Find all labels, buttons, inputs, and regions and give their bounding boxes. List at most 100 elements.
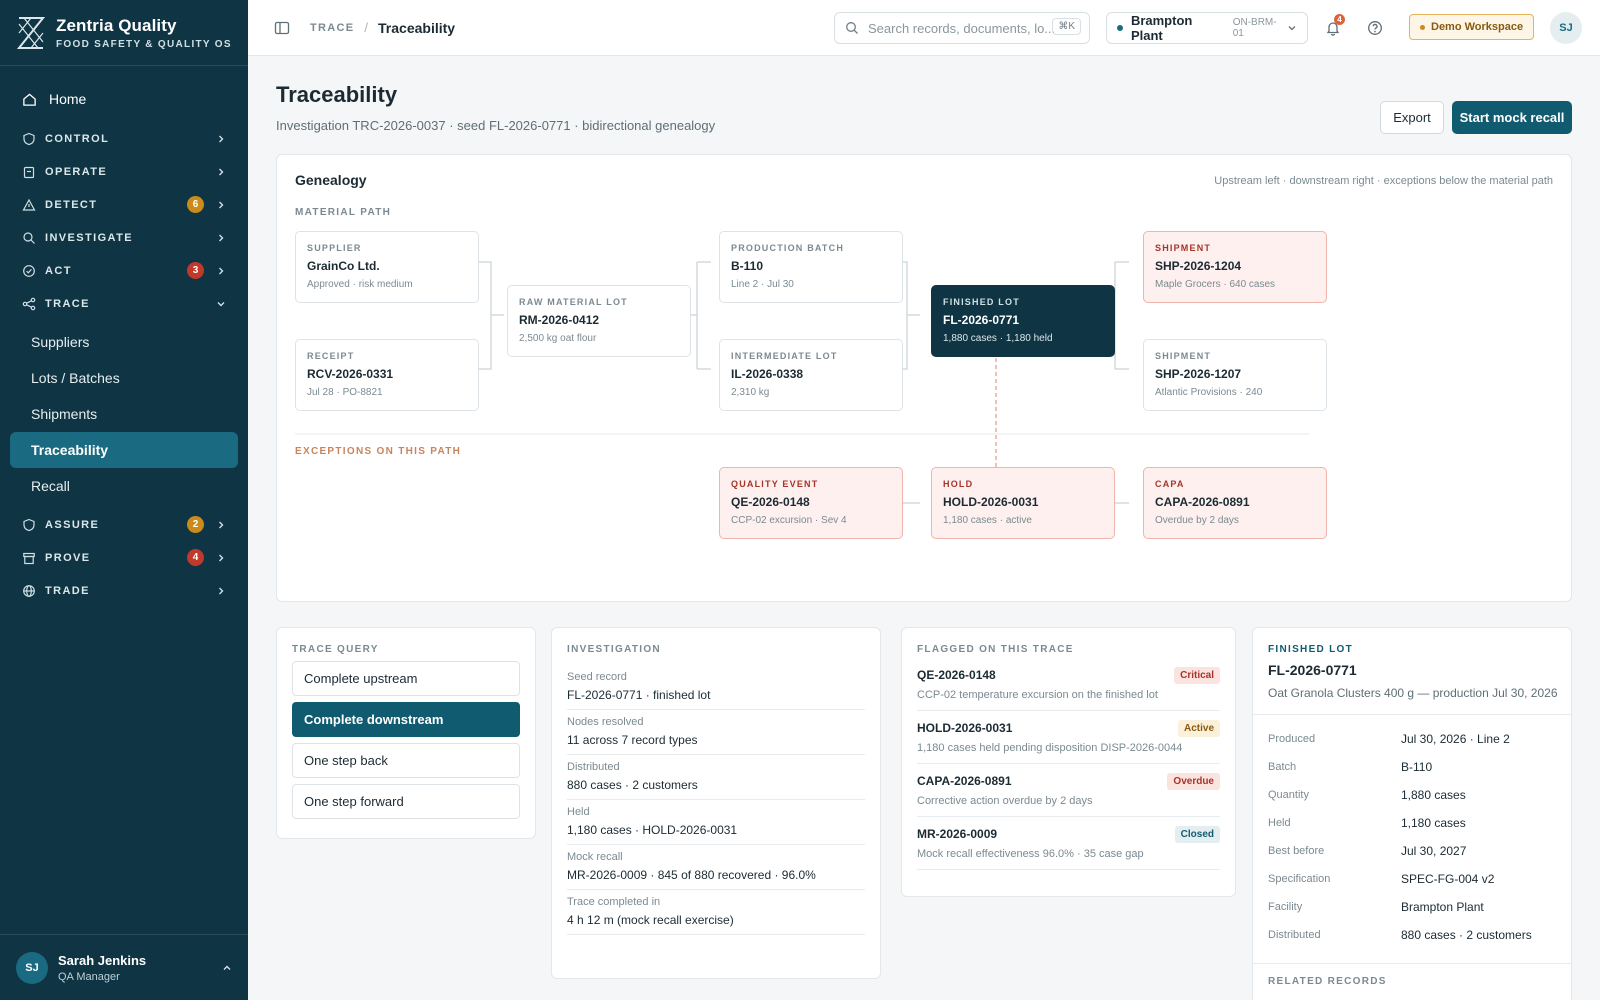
lot-detail-key: Batch <box>1268 761 1297 773</box>
avatar: SJ <box>16 951 48 984</box>
sidebar-item-lots-batches[interactable]: Lots / Batches <box>10 360 238 396</box>
investigation-key: Held <box>567 806 590 818</box>
node-detail: Atlantic Provisions · 240 <box>1155 387 1263 398</box>
status-badge: Overdue <box>1167 773 1220 790</box>
page-subtitle: Investigation TRC-2026-0037 · seed FL-20… <box>276 118 716 133</box>
nav-section-prove[interactable]: PROVE 4 <box>0 541 248 574</box>
node-shipment-1204[interactable]: SHIPMENT SHP-2026-1204 Maple Grocers · 6… <box>1143 231 1327 303</box>
nav-section-label: DETECT <box>45 198 98 211</box>
node-detail: 2,500 kg oat flour <box>519 333 597 344</box>
flagged-item[interactable]: HOLD-2026-0031 1,180 cases held pending d… <box>917 711 1220 764</box>
warning-icon <box>22 198 36 212</box>
lot-detail-row: Held 1,180 cases <box>1268 809 1556 837</box>
query-one-step-back[interactable]: One step back <box>292 743 520 778</box>
node-kind: CAPA <box>1155 479 1185 489</box>
nav-badge: 6 <box>187 196 204 213</box>
flagged-item[interactable]: CAPA-2026-0891 Corrective action overdue … <box>917 764 1220 817</box>
nav-section-trade[interactable]: TRADE <box>0 574 248 607</box>
zentria-logo-icon <box>16 16 46 49</box>
nav-section-act[interactable]: ACT 3 <box>0 254 248 287</box>
search-placeholder: Search records, documents, lo... <box>868 20 1056 36</box>
finished-lot-panel: FINISHED LOT FL-2026-0771 Oat Granola Cl… <box>1252 627 1572 1000</box>
node-raw-material-lot[interactable]: RAW MATERIAL LOT RM-2026-0412 2,500 kg o… <box>507 285 691 357</box>
query-complete-downstream[interactable]: Complete downstream <box>292 702 520 737</box>
chevron-right-icon <box>219 554 224 561</box>
node-hold[interactable]: HOLD HOLD-2026-0031 1,180 cases · active <box>931 467 1115 539</box>
nav-section-operate[interactable]: OPERATE <box>0 155 248 188</box>
nav-section-investigate[interactable]: INVESTIGATE <box>0 221 248 254</box>
chevron-up-icon[interactable] <box>222 963 232 973</box>
finished-lot-kicker: FINISHED LOT <box>1268 644 1354 655</box>
node-id: SHP-2026-1207 <box>1155 367 1242 381</box>
chevron-right-icon <box>219 234 224 241</box>
investigation-value: 880 cases · 2 customers <box>567 778 698 792</box>
sidebar-item-traceability[interactable]: Traceability <box>10 432 238 468</box>
chevron-right-icon <box>219 267 224 274</box>
node-supplier[interactable]: SUPPLIER GrainCo Ltd. Approved · risk me… <box>295 231 479 303</box>
start-mock-recall-button[interactable]: Start mock recall <box>1452 101 1572 134</box>
plant-selector[interactable]: Brampton Plant ON-BRM-01 <box>1106 12 1308 44</box>
node-intermediate-lot[interactable]: INTERMEDIATE LOT IL-2026-0338 2,310 kg <box>719 339 903 411</box>
nav-section-label: OPERATE <box>45 165 108 178</box>
help-button[interactable] <box>1363 16 1387 40</box>
node-finished-lot[interactable]: FINISHED LOT FL-2026-0771 1,880 cases · … <box>931 285 1115 357</box>
finished-lot-desc: Oat Granola Clusters 400 g — production … <box>1268 686 1558 700</box>
nav-home-label: Home <box>49 91 87 107</box>
investigation-key: Seed record <box>567 671 627 683</box>
node-production-batch[interactable]: PRODUCTION BATCH B-110 Line 2 · Jul 30 <box>719 231 903 303</box>
topbar-avatar[interactable]: SJ <box>1550 12 1582 44</box>
node-id: SHP-2026-1204 <box>1155 259 1242 273</box>
plant-name: Brampton Plant <box>1130 13 1193 43</box>
query-one-step-forward[interactable]: One step forward <box>292 784 520 819</box>
lot-detail-value: Jul 30, 2027 <box>1401 844 1467 858</box>
nav-section-trace[interactable]: TRACE <box>0 287 248 320</box>
node-kind: RECEIPT <box>307 351 355 361</box>
node-detail: Jul 28 · PO-8821 <box>307 387 383 398</box>
node-quality-event[interactable]: QUALITY EVENT QE-2026-0148 CCP-02 excurs… <box>719 467 903 539</box>
sidebar-item-suppliers[interactable]: Suppliers <box>10 324 238 360</box>
node-receipt[interactable]: RECEIPT RCV-2026-0331 Jul 28 · PO-8821 <box>295 339 479 411</box>
breadcrumb-section[interactable]: TRACE <box>310 22 354 34</box>
notifications-button[interactable]: 4 <box>1321 14 1345 40</box>
node-detail: Overdue by 2 days <box>1155 515 1239 526</box>
investigation-value: MR-2026-0009 · 845 of 880 recovered · 96… <box>567 868 816 882</box>
search-input[interactable]: Search records, documents, lo... ⌘K <box>834 12 1090 44</box>
help-icon <box>1368 21 1382 35</box>
sidebar-item-shipments[interactable]: Shipments <box>10 396 238 432</box>
nav-section-label: INVESTIGATE <box>45 231 133 244</box>
nav-badge: 4 <box>187 549 204 566</box>
workspace-badge[interactable]: Demo Workspace <box>1409 14 1535 40</box>
notification-count: 4 <box>1334 14 1345 25</box>
user-profile[interactable]: SJ Sarah Jenkins QA Manager <box>0 934 248 1000</box>
nav-section-detect[interactable]: DETECT 6 <box>0 188 248 221</box>
nav-home[interactable]: Home <box>0 80 248 118</box>
page-title: Traceability <box>276 82 398 107</box>
topbar: TRACE / Traceability Search records, doc… <box>248 0 1600 56</box>
investigation-key: Trace completed in <box>567 896 661 908</box>
investigation-row: Distributed 880 cases · 2 customers <box>567 755 865 800</box>
nav-badge: 2 <box>187 516 204 533</box>
lot-detail-value: 1,180 cases <box>1401 816 1466 830</box>
nav-section-label: TRADE <box>45 584 90 597</box>
query-complete-upstream[interactable]: Complete upstream <box>292 661 520 696</box>
workspace-dot <box>1420 24 1425 30</box>
nav-section-assure[interactable]: ASSURE 2 <box>0 508 248 541</box>
search-icon <box>22 231 36 245</box>
nav-section-control[interactable]: CONTROL <box>0 122 248 155</box>
brand-name: Zentria Quality <box>56 15 177 35</box>
check-circle-icon <box>22 264 36 278</box>
sidebar-toggle-icon[interactable] <box>274 20 290 36</box>
flagged-item[interactable]: QE-2026-0148 CCP-02 temperature excursion… <box>917 658 1220 711</box>
flagged-item[interactable]: MR-2026-0009 Mock recall effectiveness 96… <box>917 817 1220 870</box>
status-badge: Critical <box>1174 667 1220 684</box>
node-kind: INTERMEDIATE LOT <box>731 351 838 361</box>
node-detail: 1,880 cases · 1,180 held <box>943 333 1053 344</box>
brand[interactable]: Zentria Quality FOOD SAFETY & QUALITY OS <box>0 0 248 66</box>
flagged-desc: Corrective action overdue by 2 days <box>917 795 1093 807</box>
investigation-key: Distributed <box>567 761 620 773</box>
node-capa[interactable]: CAPA CAPA-2026-0891 Overdue by 2 days <box>1143 467 1327 539</box>
node-shipment-1207[interactable]: SHIPMENT SHP-2026-1207 Atlantic Provisio… <box>1143 339 1327 411</box>
lot-detail-value: B-110 <box>1401 760 1433 774</box>
sidebar-item-recall[interactable]: Recall <box>10 468 238 504</box>
export-button[interactable]: Export <box>1380 101 1444 134</box>
